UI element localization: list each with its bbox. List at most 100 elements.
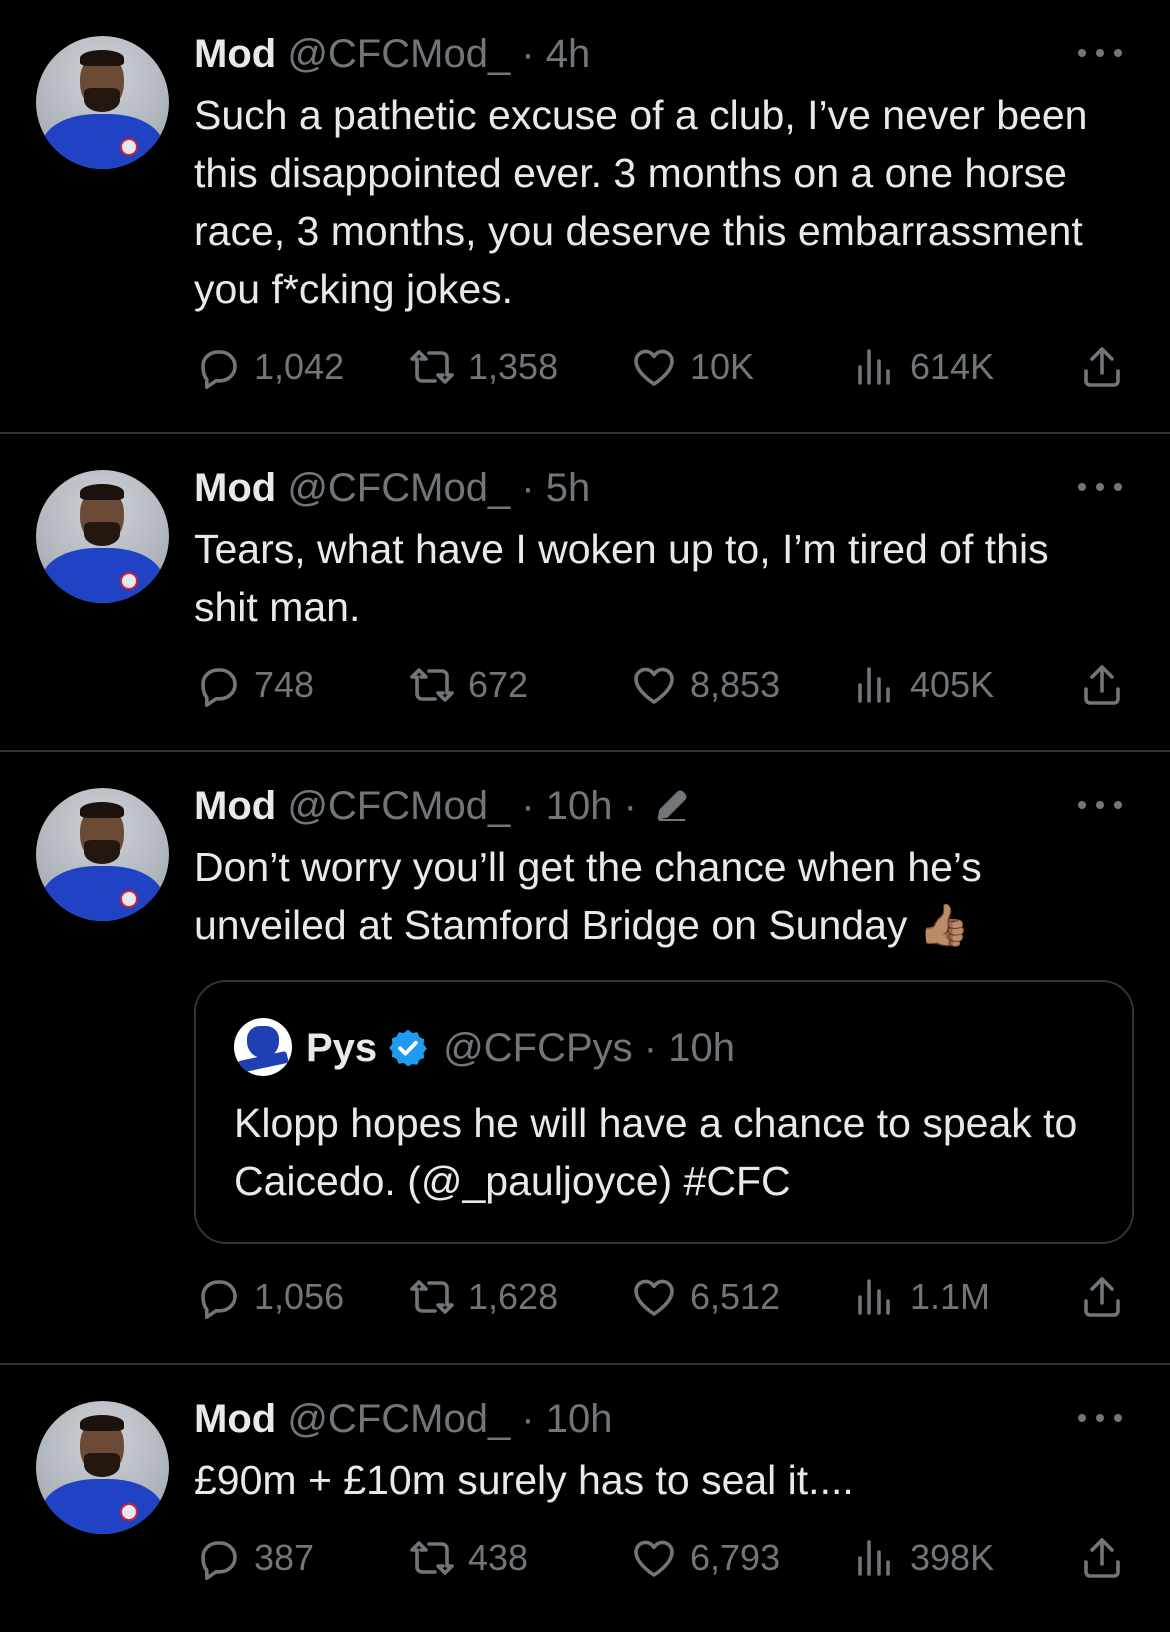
tweet-actions: 1,056 1,628 6,512 1.1M	[194, 1272, 1134, 1322]
handle[interactable]: @CFCMod_	[287, 784, 510, 828]
reply-button[interactable]: 1,042	[194, 342, 344, 392]
retweet-count: 1,628	[468, 1276, 559, 1317]
reply-button[interactable]: 387	[194, 1533, 314, 1583]
share-button[interactable]	[1078, 1533, 1138, 1583]
views-button[interactable]: 614K	[850, 342, 994, 392]
reply-count: 748	[254, 664, 315, 705]
reply-icon	[201, 1541, 237, 1580]
views-icon	[858, 349, 890, 385]
like-button[interactable]: 10K	[630, 342, 754, 392]
heart-icon	[634, 1279, 674, 1316]
heart-icon	[634, 349, 674, 386]
reply-icon	[201, 668, 237, 707]
heart-icon	[634, 1540, 674, 1577]
display-name[interactable]: Mod	[194, 1397, 276, 1441]
display-name[interactable]: Mod	[194, 32, 276, 76]
tweet-text: Tears, what have I woken up to, I’m tire…	[194, 526, 1049, 630]
reply-button[interactable]: 1,056	[194, 1272, 344, 1322]
tweet-header: Mod @CFCMod_ · 4h	[194, 32, 591, 76]
tweet-feed: Mod @CFCMod_ · 4h Such a pathetic excuse…	[0, 0, 1170, 1632]
tweet[interactable]: Mod @CFCMod_ · 4h Such a pathetic excuse…	[0, 0, 1170, 434]
views-icon	[858, 1279, 890, 1315]
like-button[interactable]: 6,512	[630, 1272, 780, 1322]
quoted-header: Pys @CFCPys · 10h	[306, 1020, 735, 1076]
timestamp[interactable]: 5h	[546, 466, 591, 510]
pencil-icon[interactable]	[652, 785, 692, 825]
views-icon	[858, 667, 890, 703]
retweet-icon	[410, 1280, 454, 1314]
tweet-actions: 1,042 1,358 10K 614K	[194, 342, 1134, 392]
reply-icon	[201, 350, 237, 389]
like-count: 8,853	[690, 664, 781, 705]
share-button[interactable]	[1078, 660, 1138, 710]
like-count: 6,512	[690, 1276, 781, 1317]
avatar[interactable]	[36, 1401, 169, 1534]
tweet-actions: 387 438 6,793 398K	[194, 1533, 1134, 1583]
share-icon	[1084, 1538, 1120, 1578]
retweet-button[interactable]: 1,358	[408, 342, 558, 392]
share-button[interactable]	[1078, 342, 1138, 392]
retweet-icon	[410, 668, 454, 702]
handle[interactable]: @CFCMod_	[287, 466, 510, 510]
retweet-button[interactable]: 438	[408, 1533, 528, 1583]
quoted-timestamp[interactable]: 10h	[668, 1026, 735, 1070]
share-icon	[1084, 665, 1120, 705]
tweet[interactable]: Mod @CFCMod_ · 5h Tears, what have I wok…	[0, 434, 1170, 752]
quoted-handle[interactable]: @CFCPys	[443, 1026, 633, 1070]
share-icon	[1084, 1277, 1120, 1317]
quoted-display-name[interactable]: Pys	[306, 1020, 377, 1076]
reply-count: 1,056	[254, 1276, 345, 1317]
thumbs-up-emoji: 👍🏽	[918, 901, 970, 949]
handle[interactable]: @CFCMod_	[287, 32, 510, 76]
timestamp[interactable]: 10h	[546, 1397, 613, 1441]
views-button[interactable]: 398K	[850, 1533, 994, 1583]
views-button[interactable]: 1.1M	[850, 1272, 990, 1322]
tweet[interactable]: Mod @CFCMod_ · 10h £90m + £10m surely ha…	[0, 1365, 1170, 1632]
display-name[interactable]: Mod	[194, 466, 276, 510]
view-count: 614K	[910, 346, 995, 387]
avatar[interactable]	[36, 36, 169, 169]
more-options-icon[interactable]	[1078, 1411, 1122, 1425]
quoted-avatar[interactable]	[234, 1018, 292, 1076]
tweet-actions: 748 672 8,853 405K	[194, 660, 1134, 710]
retweet-icon	[410, 350, 454, 384]
tweet-text: Don’t worry you’ll get the chance when h…	[194, 838, 1094, 954]
reply-icon	[201, 1280, 237, 1319]
quoted-text: Klopp hopes he will have a chance to spe…	[234, 1100, 1078, 1204]
handle[interactable]: @CFCMod_	[287, 1397, 510, 1441]
like-button[interactable]: 8,853	[630, 660, 780, 710]
tweet[interactable]: Mod @CFCMod_ · 10h · Don’t worry you’ll …	[0, 752, 1170, 1365]
reply-button[interactable]: 748	[194, 660, 314, 710]
view-count: 405K	[910, 664, 995, 705]
retweet-count: 672	[468, 664, 529, 705]
more-options-icon[interactable]	[1078, 46, 1122, 60]
quoted-tweet[interactable]: Pys @CFCPys · 10h Klopp hopes he will ha…	[194, 980, 1134, 1244]
tweet-header: Mod @CFCMod_ · 10h ·	[194, 780, 692, 832]
timestamp[interactable]: 4h	[546, 32, 591, 76]
heart-icon	[634, 667, 674, 704]
retweet-button[interactable]: 672	[408, 660, 528, 710]
like-count: 10K	[690, 346, 755, 387]
tweet-header: Mod @CFCMod_ · 5h	[194, 466, 591, 510]
tweet-header: Mod @CFCMod_ · 10h	[194, 1397, 613, 1441]
views-button[interactable]: 405K	[850, 660, 994, 710]
verified-badge-icon	[389, 1029, 428, 1067]
tweet-text: Such a pathetic excuse of a club, I’ve n…	[194, 92, 1088, 312]
display-name[interactable]: Mod	[194, 784, 276, 828]
retweet-button[interactable]: 1,628	[408, 1272, 558, 1322]
view-count: 1.1M	[910, 1276, 991, 1317]
avatar[interactable]	[36, 788, 169, 921]
share-icon	[1084, 347, 1120, 387]
share-button[interactable]	[1078, 1272, 1138, 1322]
views-icon	[858, 1540, 890, 1576]
more-options-icon[interactable]	[1078, 480, 1122, 494]
retweet-icon	[410, 1541, 454, 1575]
timestamp[interactable]: 10h	[546, 784, 613, 828]
like-button[interactable]: 6,793	[630, 1533, 780, 1583]
avatar[interactable]	[36, 470, 169, 603]
more-options-icon[interactable]	[1078, 798, 1122, 812]
view-count: 398K	[910, 1537, 995, 1578]
tweet-text-content: Don’t worry you’ll get the chance when h…	[194, 844, 982, 948]
tweet-text: £90m + £10m surely has to seal it....	[194, 1457, 854, 1503]
reply-count: 387	[254, 1537, 315, 1578]
